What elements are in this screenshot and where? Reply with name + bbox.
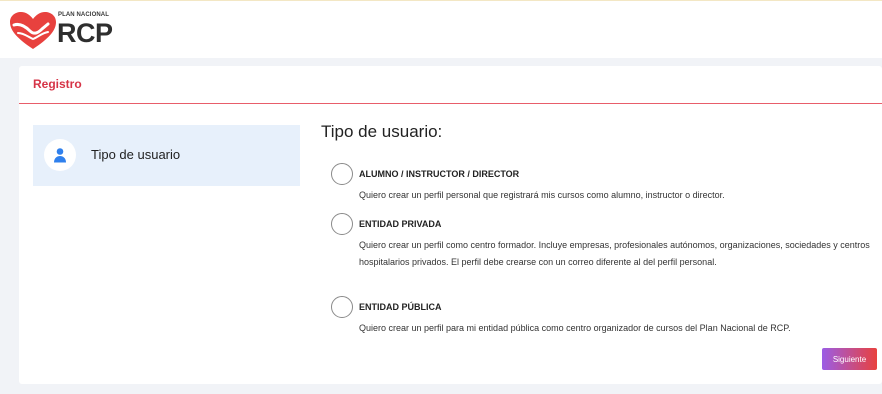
- registration-card: Registro Tipo de usuario Tipo de usuario…: [19, 66, 882, 384]
- step-circle: [44, 139, 76, 171]
- radio-alumno[interactable]: [331, 163, 353, 185]
- option-title: ALUMNO / INSTRUCTOR / DIRECTOR: [359, 169, 520, 179]
- heart-hands-logo-icon: [10, 12, 56, 49]
- logo-title: RCP: [57, 18, 113, 48]
- step-label: Tipo de usuario: [91, 147, 181, 162]
- next-button[interactable]: Siguiente: [822, 348, 877, 370]
- option-description: Quiero crear un perfil como centro forma…: [359, 240, 870, 267]
- radio-entidad-publica[interactable]: [331, 296, 353, 318]
- radio-entidad-privada[interactable]: [331, 213, 353, 235]
- option-title: ENTIDAD PRIVADA: [359, 219, 442, 229]
- option-title: ENTIDAD PÚBLICA: [359, 302, 442, 312]
- content-title: Tipo de usuario:: [321, 122, 443, 141]
- option-description: Quiero crear un perfil para mi entidad p…: [359, 323, 791, 333]
- step-tipo-de-usuario[interactable]: Tipo de usuario: [33, 125, 300, 186]
- option-description: Quiero crear un perfil personal que regi…: [359, 190, 725, 200]
- top-bar: PLAN NACIONAL RCP: [0, 0, 882, 58]
- logo[interactable]: PLAN NACIONAL RCP: [8, 9, 128, 53]
- card-title: Registro: [33, 77, 82, 91]
- user-icon: [54, 148, 66, 163]
- card-header: Registro: [19, 66, 882, 104]
